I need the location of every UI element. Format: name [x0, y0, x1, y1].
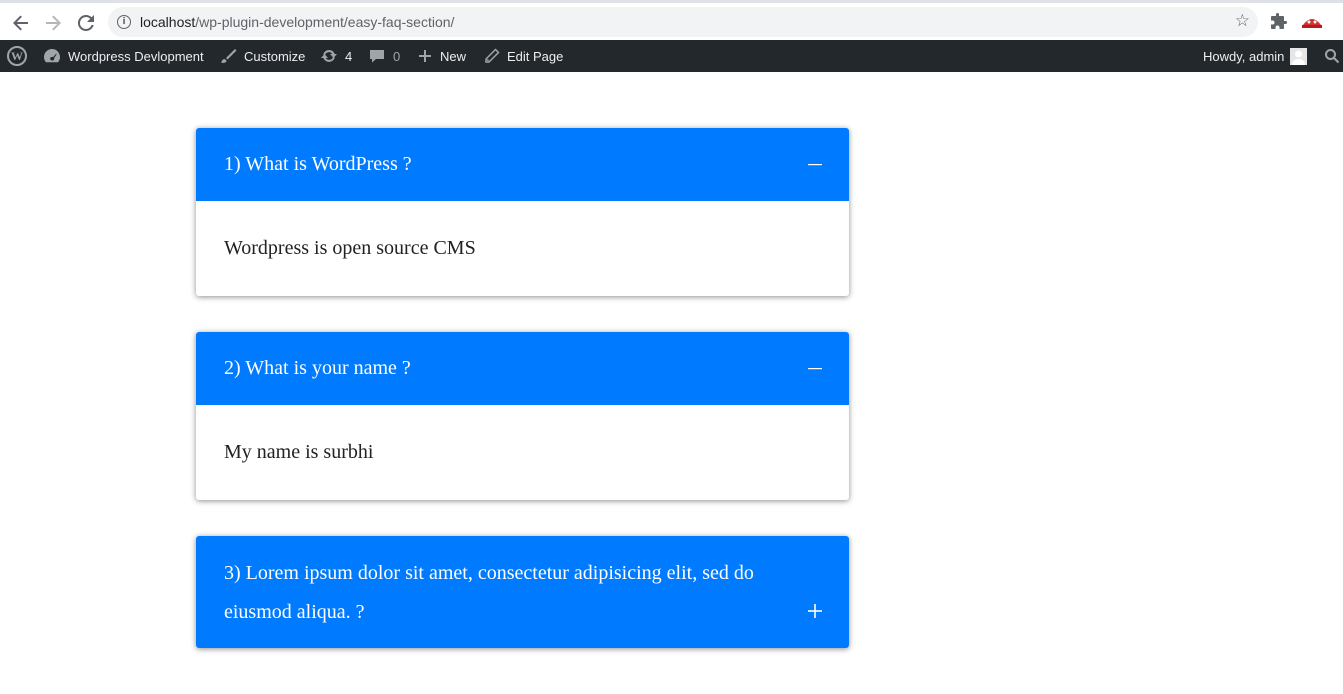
faq-question: 3) Lorem ipsum dolor sit amet, consectet…	[224, 562, 754, 623]
updates-icon	[320, 48, 338, 64]
puzzle-icon[interactable]	[1270, 13, 1288, 31]
admin-search-button[interactable]	[1324, 40, 1343, 72]
updates-link[interactable]: 4	[320, 40, 352, 72]
collapse-icon[interactable]	[808, 362, 822, 376]
star-icon[interactable]: ☆	[1235, 11, 1250, 31]
faq-item: 3) Lorem ipsum dolor sit amet, consectet…	[196, 536, 849, 648]
site-name-menu[interactable]: Wordpress Devlopment	[43, 40, 204, 72]
edit-page-label: Edit Page	[507, 48, 564, 64]
updates-count: 4	[345, 48, 353, 64]
comments-count: 0	[393, 48, 401, 64]
back-button[interactable]	[7, 9, 35, 37]
browser-toolbar: i localhost/wp-plugin-development/easy-f…	[0, 0, 1343, 40]
url-host: localhost	[140, 14, 196, 30]
greeting-label: Howdy, admin	[1203, 48, 1285, 64]
arrow-left-icon	[13, 15, 28, 31]
paintbrush-icon	[219, 48, 237, 64]
faq-answer: My name is surbhi	[224, 441, 374, 463]
new-label: New	[440, 48, 467, 64]
comments-link[interactable]: 0	[368, 40, 400, 72]
faq-answer-panel: Wordpress is open source CMS	[196, 201, 849, 296]
pencil-icon	[484, 48, 500, 64]
search-icon	[1324, 48, 1340, 64]
wp-logo-menu[interactable]: W	[7, 40, 27, 72]
wordpress-logo-icon: W	[7, 46, 27, 66]
expand-icon[interactable]	[808, 604, 822, 618]
reload-button[interactable]	[72, 9, 100, 37]
customize-link[interactable]: Customize	[219, 40, 305, 72]
url-path: /wp-plugin-development/easy-faq-section/	[195, 14, 455, 30]
comment-icon	[368, 48, 386, 64]
dashboard-icon	[43, 48, 61, 64]
reload-icon	[78, 15, 94, 31]
forward-button[interactable]	[39, 9, 67, 37]
faq-answer: Wordpress is open source CMS	[224, 237, 476, 259]
faq-question-header[interactable]: 1) What is WordPress ?	[196, 128, 849, 201]
new-content-menu[interactable]: New	[417, 40, 466, 72]
faq-question-header[interactable]: 2) What is your name ?	[196, 332, 849, 405]
wp-admin-bar: W Wordpress Devlopment Customize 4 0 New	[0, 40, 1343, 72]
url-text[interactable]: localhost/wp-plugin-development/easy-faq…	[140, 14, 454, 30]
customize-label: Customize	[244, 48, 306, 64]
faq-question-header[interactable]: 3) Lorem ipsum dolor sit amet, consectet…	[196, 536, 849, 648]
faq-item: 1) What is WordPress ? Wordpress is open…	[196, 128, 849, 296]
site-name-label: Wordpress Devlopment	[68, 48, 204, 64]
arrow-right-icon	[46, 15, 61, 31]
faq-question: 2) What is your name ?	[224, 357, 411, 379]
plus-icon	[417, 48, 433, 64]
faq-question: 1) What is WordPress ?	[224, 153, 412, 175]
collapse-icon[interactable]	[808, 158, 822, 172]
profile-extension-icon[interactable]	[1301, 13, 1323, 31]
avatar	[1290, 47, 1308, 65]
my-account-menu[interactable]: Howdy, admin	[1203, 40, 1308, 72]
address-bar[interactable]: i localhost/wp-plugin-development/easy-f…	[108, 7, 1258, 37]
edit-page-link[interactable]: Edit Page	[484, 40, 563, 72]
faq-item: 2) What is your name ? My name is surbhi	[196, 332, 849, 500]
info-icon[interactable]: i	[117, 15, 131, 29]
faq-answer-panel: My name is surbhi	[196, 405, 849, 500]
